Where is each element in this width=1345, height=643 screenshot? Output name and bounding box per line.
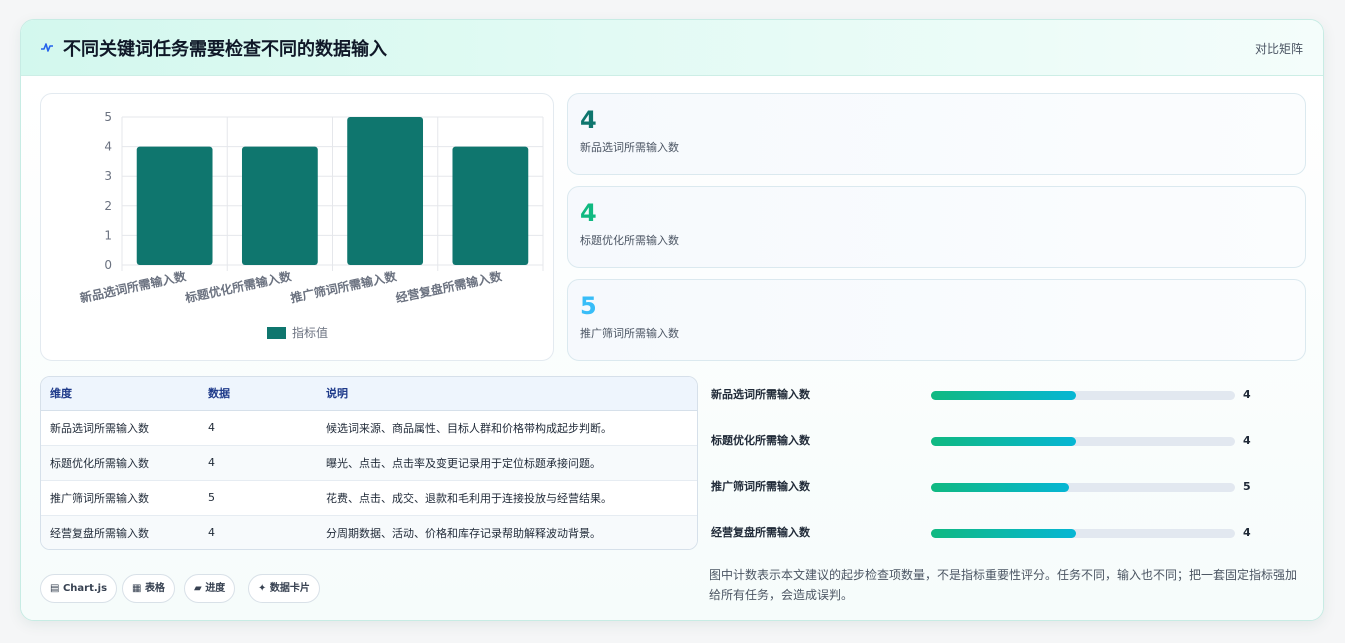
progress-row: 经营复盘所需输入数 4 (711, 525, 1311, 541)
y-tick-label: 2 (104, 199, 112, 213)
table-cell: 5 (199, 480, 317, 516)
table-cell: 4 (199, 445, 317, 481)
legend-label: 指标值 (292, 325, 328, 340)
column-header: 说明 (317, 377, 697, 411)
chip-label: 进度 (205, 583, 226, 594)
table-cell: 4 (199, 410, 317, 446)
y-tick-label: 5 (104, 110, 112, 124)
table-cell: 经营复盘所需输入数 (41, 515, 199, 549)
stat-label: 标题优化所需输入数 (580, 234, 679, 247)
table-cell: 标题优化所需输入数 (41, 445, 199, 481)
progress-track (931, 437, 1235, 446)
legend-swatch (267, 327, 286, 339)
table-cell: 曝光、点击、点击率及变更记录用于定位标题承接问题。 (317, 445, 697, 481)
column-header: 数据 (199, 377, 317, 411)
stat-value: 4 (580, 199, 597, 227)
bar-chart-svg: 0 1 2 3 4 5 新品选词所需输入数标题优化所需输入数推广筛词所需输入数经营复盘所需输… (78, 110, 544, 340)
progress-value: 5 (1243, 480, 1251, 493)
comparison-card: 不同关键词任务需要检查不同的数据输入 对比矩阵 0 1 2 3 4 5 新品选词所需输入数标… (20, 19, 1324, 621)
comparison-matrix-link[interactable]: 对比矩阵 (1255, 40, 1303, 57)
progress-row: 标题优化所需输入数 4 (711, 433, 1311, 449)
table-cell: 4 (199, 515, 317, 549)
progress-fill (931, 529, 1076, 538)
progress-label: 推广筛词所需输入数 (711, 480, 810, 493)
bar-chart: 0 1 2 3 4 5 新品选词所需输入数 标题优化所需输入数 推广筛词所需输入数 经营复盘所需输… (40, 93, 554, 361)
progress-track (931, 391, 1235, 400)
progress-value: 4 (1243, 434, 1251, 447)
table-cell: 候选词来源、商品属性、目标人群和价格带构成起步判断。 (317, 410, 697, 446)
progress-value: 4 (1243, 388, 1251, 401)
progress-label: 经营复盘所需输入数 (711, 526, 810, 539)
progress-value: 4 (1243, 526, 1251, 539)
x-tick-label: 经营复盘所需输入数 (394, 268, 504, 305)
progress-row: 推广筛词所需输入数 5 (711, 479, 1311, 495)
table-icon: ▦ (132, 583, 142, 594)
table-cell: 新品选词所需输入数 (41, 410, 199, 446)
y-tick-label: 4 (104, 140, 112, 154)
table-row: 经营复盘所需输入数 4 分周期数据、活动、价格和库存记录帮助解释波动背景。 (41, 515, 697, 549)
stat-value: 4 (580, 106, 597, 134)
chip-label: Chart.js (62, 583, 108, 594)
progress-label: 标题优化所需输入数 (711, 434, 810, 447)
y-tick-label: 1 (104, 228, 112, 242)
table-header-row: 维度 数据 说明 (41, 377, 697, 411)
pulse-icon (41, 43, 53, 52)
progress-track (931, 529, 1235, 538)
progress-fill (931, 391, 1076, 400)
bar-1 (136, 146, 213, 265)
chip-label: 表格 (144, 583, 165, 594)
stat-value: 5 (580, 292, 597, 320)
stat-card-3: 5 推广筛词所需输入数 (567, 279, 1306, 361)
stat-card-2: 4 标题优化所需输入数 (567, 186, 1306, 268)
bar-4 (452, 146, 529, 265)
table-cell: 分周期数据、活动、价格和库存记录帮助解释波动背景。 (317, 515, 697, 549)
y-tick-label: 3 (104, 169, 112, 183)
card-header: 不同关键词任务需要检查不同的数据输入 对比矩阵 (21, 20, 1323, 76)
card-icon: ✦ (258, 583, 267, 594)
x-tick-label: 新品选词所需输入数 (78, 268, 188, 305)
stat-card-1: 4 新品选词所需输入数 (567, 93, 1306, 175)
table-cell: 推广筛词所需输入数 (41, 480, 199, 516)
stat-label: 新品选词所需输入数 (580, 141, 679, 154)
page-title: 不同关键词任务需要检查不同的数据输入 (63, 39, 387, 60)
progress-row: 新品选词所需输入数 4 (711, 387, 1311, 403)
table-row: 新品选词所需输入数 4 候选词来源、商品属性、目标人群和价格带构成起步判断。 (41, 410, 697, 446)
column-header: 维度 (41, 377, 199, 411)
bar-2 (241, 146, 318, 265)
progress-track (931, 483, 1235, 492)
chip-label: 数据卡片 (269, 583, 310, 594)
progress-fill (931, 483, 1070, 492)
progress-label: 新品选词所需输入数 (711, 388, 810, 401)
chart-icon: ▤ (50, 583, 60, 594)
table-cell: 花费、点击、成交、退款和毛利用于连接投放与经营结果。 (317, 480, 697, 516)
chip-progress[interactable]: ▰ 进度 (184, 574, 236, 603)
table-row: 标题优化所需输入数 4 曝光、点击、点击率及变更记录用于定位标题承接问题。 (41, 445, 697, 481)
chip-chartjs[interactable]: ▤ Chart.js (40, 574, 118, 603)
chip-data-card[interactable]: ✦ 数据卡片 (248, 574, 320, 603)
progress-icon: ▰ (194, 583, 202, 594)
x-tick-label: 标题优化所需输入数 (183, 268, 294, 306)
table-row: 推广筛词所需输入数 5 花费、点击、成交、退款和毛利用于连接投放与经营结果。 (41, 480, 697, 516)
progress-fill (931, 437, 1076, 446)
bar-3 (347, 117, 424, 265)
chip-table[interactable]: ▦ 表格 (122, 574, 175, 603)
x-tick-label: 推广筛词所需输入数 (289, 268, 399, 305)
data-table: 维度 数据 说明 新品选词所需输入数 4 候选词来源、商品属性、目标人群和价格带… (40, 376, 698, 550)
footnote: 图中计数表示本文建议的起步检查项数量，不是指标重要性评分。任务不同，输入也不同；… (709, 568, 1298, 602)
y-tick-label: 0 (104, 258, 112, 272)
stat-label: 推广筛词所需输入数 (580, 327, 679, 340)
